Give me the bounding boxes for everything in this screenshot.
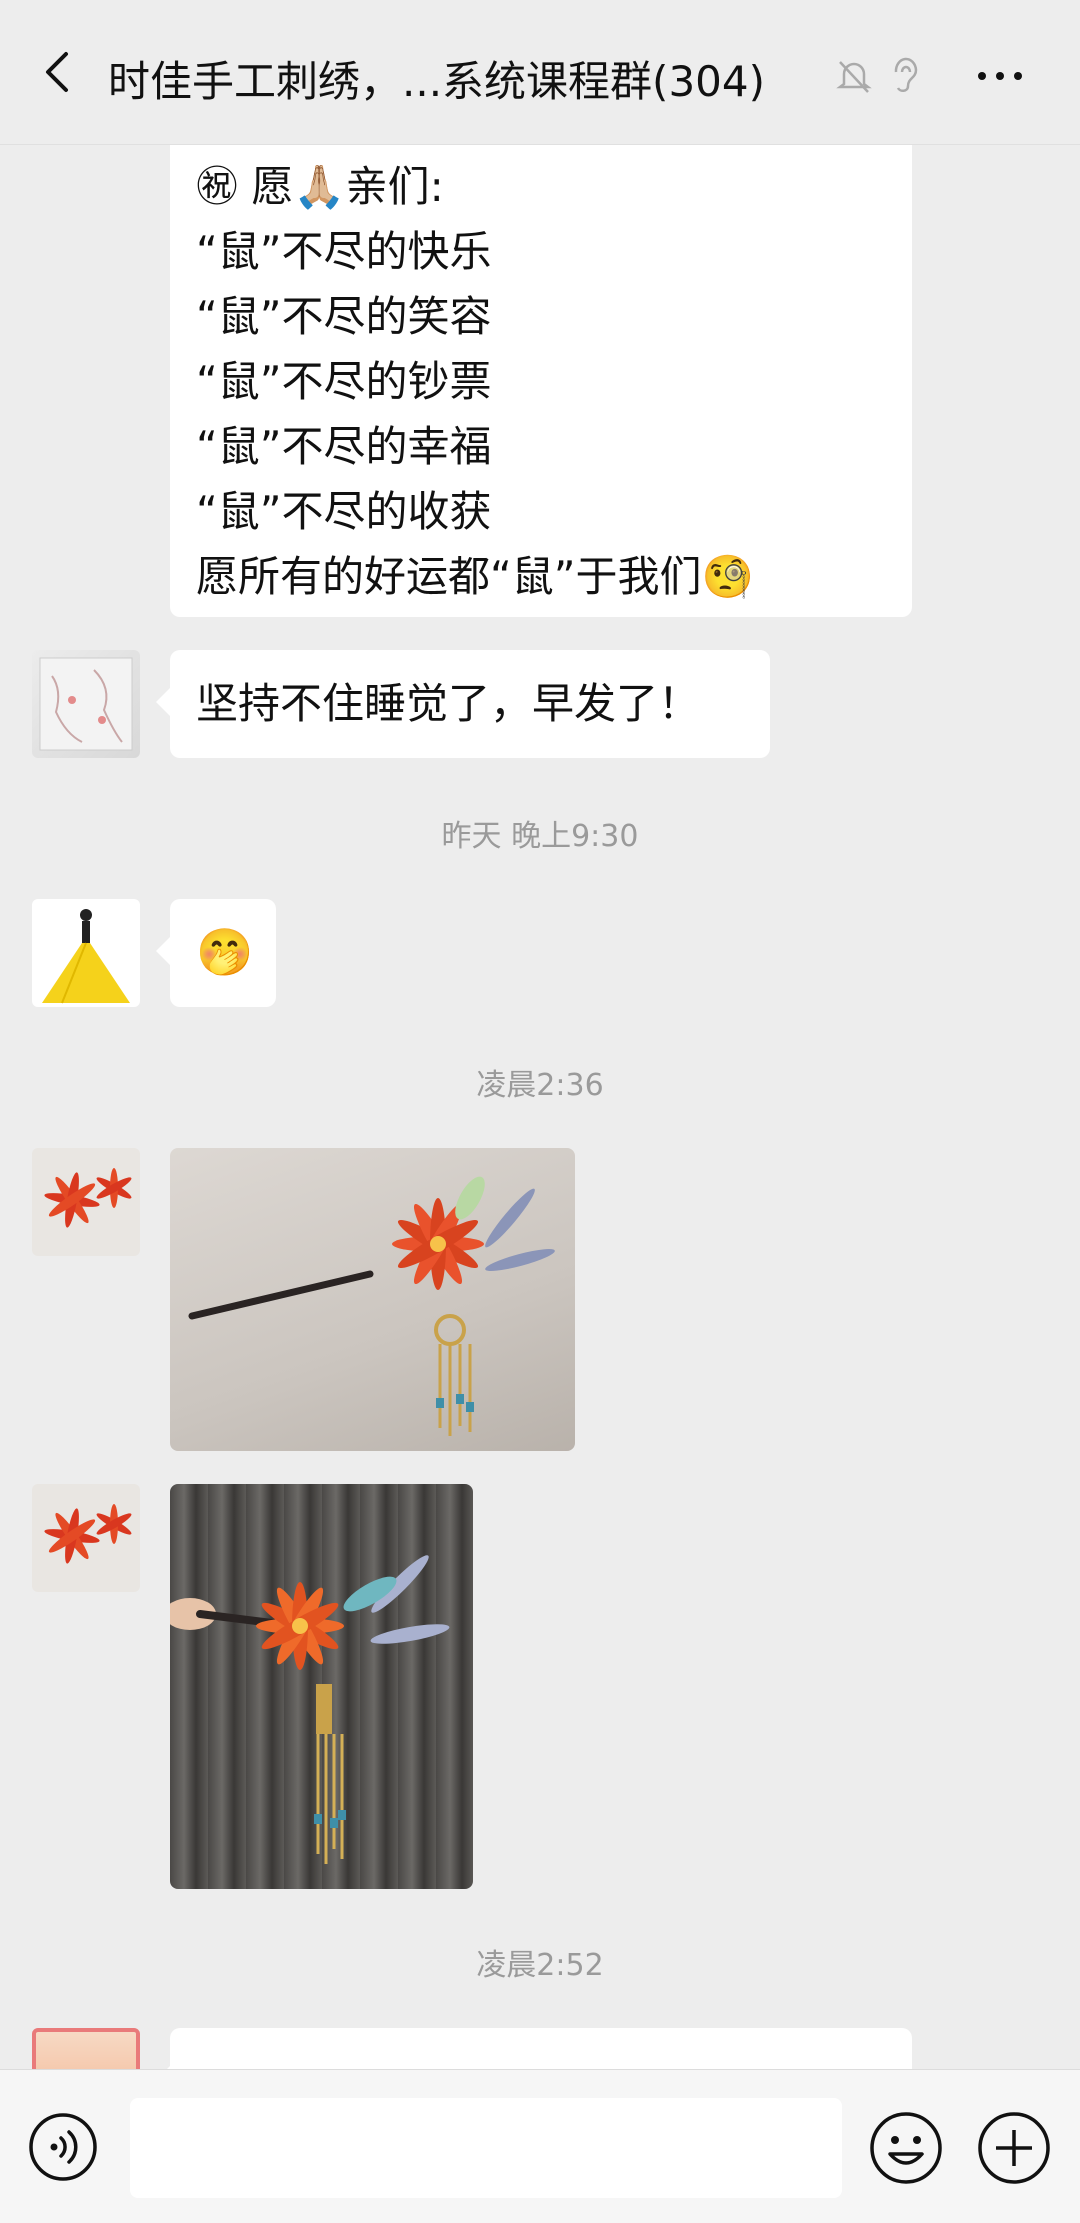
image-message-hairpin[interactable] xyxy=(170,1148,575,1451)
hairpin-photo-2 xyxy=(170,1555,450,1864)
avatar[interactable] xyxy=(32,2028,140,2069)
input-bar xyxy=(0,2069,1080,2223)
ear-icon xyxy=(894,57,918,92)
avatar[interactable] xyxy=(32,650,140,758)
message-text: 坚持不住睡觉了，早发了！ xyxy=(196,679,701,728)
message-bubble[interactable]: … xyxy=(156,2028,912,2069)
message-bubble-greeting[interactable]: ㊗ 愿🙏🏼亲们: “鼠”不尽的快乐 “鼠”不尽的笑容 “鼠”不尽的钞票 “鼠”不… xyxy=(170,144,912,617)
greeting-line: “鼠”不尽的钞票 xyxy=(196,357,492,406)
timestamp: 凌晨2:36 xyxy=(476,1068,604,1103)
image-message-hairpin-hand[interactable] xyxy=(170,1484,473,1889)
avatar[interactable] xyxy=(32,1484,140,1592)
chevron-left-icon[interactable] xyxy=(34,48,82,96)
more-horizontal-icon[interactable] xyxy=(978,72,1032,80)
smile-icon[interactable] xyxy=(868,2110,944,2186)
timestamp: 昨天 晚上9:30 xyxy=(441,819,639,854)
message-bubble[interactable]: 🤭 xyxy=(156,899,276,1007)
greeting-line: “鼠”不尽的幸福 xyxy=(196,422,492,471)
message-input[interactable] xyxy=(130,2098,842,2198)
avatar[interactable] xyxy=(32,1148,140,1256)
message-bubble[interactable]: 坚持不住睡觉了，早发了！ xyxy=(156,650,770,758)
flower-avatar xyxy=(44,1168,132,1228)
plus-circle-icon[interactable] xyxy=(976,2110,1052,2186)
voice-icon[interactable] xyxy=(28,2112,98,2182)
pattern-sheet-avatar xyxy=(39,657,133,751)
timestamp: 凌晨2:52 xyxy=(476,1948,604,1983)
greeting-line: 愿所有的好运都“鼠”于我们🧐 xyxy=(196,552,754,601)
greeting-line: “鼠”不尽的快乐 xyxy=(196,227,492,276)
chat-header: 时佳手工刺绣，...系统课程群(304) xyxy=(0,0,1080,145)
message-list[interactable]: ㊗ 愿🙏🏼亲们: “鼠”不尽的快乐 “鼠”不尽的笑容 “鼠”不尽的钞票 “鼠”不… xyxy=(0,144,1080,2069)
dress-figure-avatar xyxy=(42,909,130,1004)
avatar[interactable] xyxy=(32,899,140,1007)
message-emoji: 🤭 xyxy=(196,925,254,979)
chat-title[interactable]: 时佳手工刺绣，...系统课程群(304) xyxy=(108,48,765,109)
greeting-line: “鼠”不尽的笑容 xyxy=(196,292,492,341)
greeting-line: “鼠”不尽的收获 xyxy=(196,487,492,536)
message-text: … xyxy=(196,2049,238,2069)
flower-avatar xyxy=(44,1504,132,1564)
greeting-line: ㊗ 愿🙏🏼亲们: xyxy=(196,162,444,211)
bell-off-icon xyxy=(836,61,872,93)
hairpin-photo xyxy=(188,1176,555,1436)
